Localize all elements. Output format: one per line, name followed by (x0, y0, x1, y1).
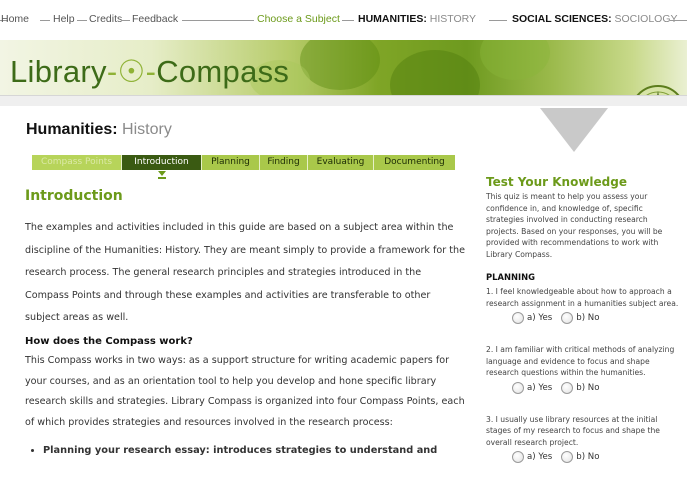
quiz-question: 3. I usually use library resources at th… (486, 414, 660, 447)
nav-social-value: SOCIOLOGY (614, 13, 678, 25)
compass-icon (636, 85, 680, 95)
quiz-options: a) Yes b) No (512, 381, 681, 394)
list-item: Planning your research essay: introduces… (43, 442, 465, 460)
tab-documenting[interactable]: Documenting (374, 155, 455, 170)
answer-no-option[interactable]: b) No (561, 381, 600, 394)
banner-leaf-decoration (480, 40, 550, 80)
quiz-options: a) Yes b) No (512, 451, 681, 463)
answer-no-option[interactable]: b) No (561, 451, 599, 463)
quiz-options: a) Yes b) No (512, 312, 681, 324)
page-title-subject: History (122, 121, 172, 138)
nav-help-link[interactable]: Help (53, 13, 75, 25)
nav-humanities-value: HISTORY (429, 13, 477, 25)
logo-text-library: Library (10, 54, 107, 89)
intro-paragraph: The examples and activities included in … (25, 222, 466, 324)
tab-planning[interactable]: Planning (202, 155, 260, 170)
subheading: How does the Compass work? (25, 335, 193, 347)
question-spacer (486, 324, 681, 340)
banner-divider (0, 95, 687, 106)
page-title-category: Humanities: (26, 121, 118, 138)
tab-finding[interactable]: Finding (260, 155, 308, 170)
down-arrow-icon (540, 108, 608, 152)
answer-yes-option[interactable]: a) Yes (512, 381, 553, 394)
answer-no-label: b) No (576, 452, 600, 462)
radio-button[interactable] (561, 381, 574, 394)
radio-button[interactable] (512, 451, 524, 463)
radio-button[interactable] (512, 381, 524, 394)
page: Home Help Credits Feedback Choose a Subj… (0, 0, 687, 485)
quiz-question: 1. I feel knowledgeable about how to app… (486, 287, 679, 308)
nav-social-label: SOCIAL SCIENCES: (512, 13, 612, 25)
nav-humanities-history-link[interactable]: HUMANITIES: HISTORY (358, 13, 476, 25)
nav-choose-subject-link[interactable]: Choose a Subject (257, 13, 340, 25)
compass-explanation-paragraph: This Compass works in two ways: as a sup… (25, 354, 465, 429)
banner-leaf-decoration (300, 40, 380, 90)
nav-credits-link[interactable]: Credits (89, 13, 122, 25)
tab-introduction[interactable]: Introduction (122, 155, 202, 170)
compass-glyph-icon: -☉- (106, 54, 157, 89)
section-title: Introduction (25, 188, 123, 204)
answer-yes-option[interactable]: a) Yes (512, 451, 552, 463)
quiz-section-heading: PLANNING (486, 272, 535, 282)
logo-text-compass: Compass (156, 54, 290, 89)
main-content: Introduction The examples and activities… (25, 188, 465, 460)
site-logo[interactable]: Library-☉-Compass (10, 54, 289, 90)
quiz-question: 2. I am familiar with critical methods o… (486, 345, 675, 377)
answer-no-label: b) No (576, 382, 600, 393)
nav-home-link[interactable]: Home (1, 13, 29, 25)
nav-social-sciences-sociology-link[interactable]: SOCIAL SCIENCES: SOCIOLOGY (512, 13, 678, 25)
banner-leaf-decoration (390, 50, 480, 95)
quiz-title: Test Your Knowledge (486, 175, 627, 189)
compass-points-list: Planning your research essay: introduces… (43, 442, 465, 460)
active-tab-indicator-bar (158, 177, 166, 179)
answer-yes-label: a) Yes (527, 382, 553, 393)
answer-no-label: b) No (576, 313, 600, 323)
active-tab-indicator-icon (158, 171, 166, 176)
page-title: Humanities: History (26, 121, 172, 139)
top-nav: Home Help Credits Feedback Choose a Subj… (0, 0, 687, 40)
quiz-intro: This quiz is meant to help you assess yo… (486, 192, 663, 259)
answer-yes-option[interactable]: a) Yes (512, 312, 552, 324)
site-banner: Library-☉-Compass (0, 40, 687, 95)
nav-humanities-label: HUMANITIES: (358, 13, 427, 25)
quiz-panel: Test Your Knowledge This quiz is meant t… (486, 175, 681, 463)
radio-button[interactable] (561, 451, 574, 463)
answer-yes-label: a) Yes (527, 452, 553, 462)
nav-feedback-link[interactable]: Feedback (132, 13, 178, 25)
radio-button[interactable] (561, 312, 574, 324)
tab-evaluating[interactable]: Evaluating (308, 155, 374, 170)
compass-tab-bar: Compass Points Introduction Planning Fin… (32, 155, 455, 170)
tab-compass-points[interactable]: Compass Points (32, 155, 122, 170)
answer-no-option[interactable]: b) No (561, 312, 599, 324)
answer-yes-label: a) Yes (527, 313, 553, 323)
radio-button[interactable] (512, 312, 524, 324)
question-spacer (486, 394, 681, 410)
